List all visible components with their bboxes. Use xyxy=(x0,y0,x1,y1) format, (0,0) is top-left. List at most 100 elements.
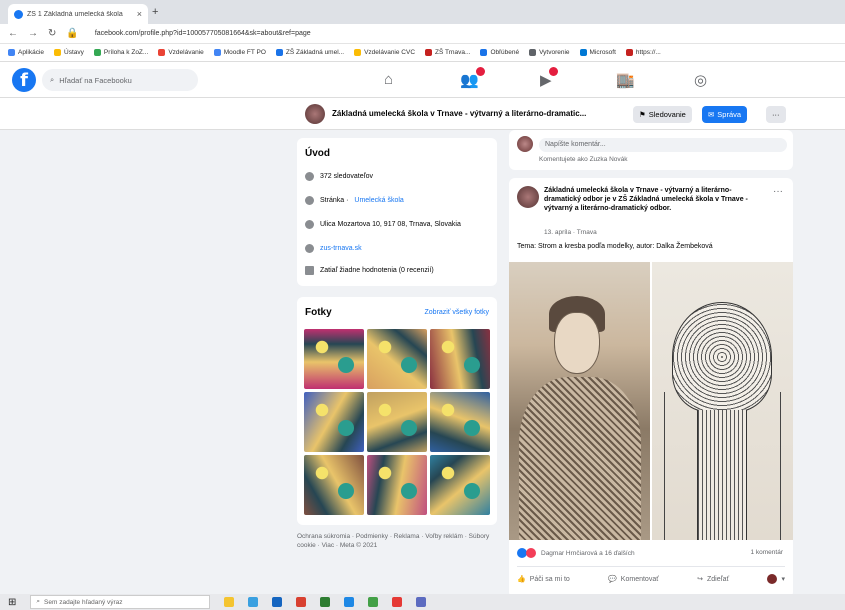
intro-address: Ulica Mozartova 10, 917 08, Trnava, Slov… xyxy=(305,220,461,229)
photo-thumbnail[interactable] xyxy=(430,392,490,452)
see-all-photos-link[interactable]: Zobraziť všetky fotky xyxy=(425,309,489,316)
photos-card: Fotky Zobraziť všetky fotky xyxy=(297,297,497,525)
bookmark-item[interactable]: Moodle FT PO xyxy=(213,49,266,56)
taskbar-app-icon[interactable] xyxy=(344,597,355,607)
post-image-vase[interactable] xyxy=(652,262,793,540)
page-avatar[interactable] xyxy=(305,104,325,124)
bookmark-item[interactable]: Aplikácie xyxy=(8,49,44,56)
bookmark-icon xyxy=(158,49,166,56)
windows-start-icon[interactable]: ⊞ xyxy=(8,597,16,608)
post-reactions[interactable]: Dagmar Hrnčiarová a 16 ďalších xyxy=(517,548,635,558)
photo-thumbnail[interactable] xyxy=(367,392,427,452)
photo-grid xyxy=(304,329,490,515)
taskbar-app-icon[interactable] xyxy=(224,597,235,607)
url-field[interactable]: facebook.com/profile.php?id=100057705081… xyxy=(95,30,311,37)
bookmark-item[interactable]: Príloha k ZoZ... xyxy=(93,49,149,56)
drawing-line xyxy=(664,392,665,540)
bookmark-icon xyxy=(579,49,587,56)
search-icon: ⌕ xyxy=(50,75,55,84)
bookmark-item[interactable]: Obľúbené xyxy=(480,49,519,56)
photo-thumbnail[interactable] xyxy=(367,329,427,389)
follow-label: Sledovanie xyxy=(648,110,686,119)
bookmark-label: Príloha k ZoZ... xyxy=(103,49,149,56)
post-more-icon[interactable]: ··· xyxy=(773,186,783,197)
home-icon[interactable]: ⌂ xyxy=(384,71,393,88)
taskbar-app-icon[interactable] xyxy=(272,597,283,607)
taskbar-app-icon[interactable] xyxy=(296,597,307,607)
photo-thumbnail[interactable] xyxy=(304,455,364,515)
forward-icon[interactable]: → xyxy=(28,28,38,39)
comment-as-note: Komentujete ako Zuzka Novák xyxy=(539,156,628,163)
bookmark-item[interactable]: Vzdelávanie CVC xyxy=(354,49,415,56)
portrait-robe xyxy=(519,377,641,540)
page-footer: Ochrana súkromia · Podmienky · Reklama ·… xyxy=(297,533,490,549)
photo-thumbnail[interactable] xyxy=(304,392,364,452)
reload-icon[interactable]: ↻ xyxy=(48,28,56,39)
taskbar-search-input[interactable]: ⌕ Sem zadajte hľadaný výraz xyxy=(30,595,211,609)
page-header-bar: Základná umelecká škola v Trnave - výtva… xyxy=(0,98,845,130)
post-card: Základná umelecká škola v Trnave - výtva… xyxy=(509,178,793,598)
taskbar-app-icon[interactable] xyxy=(320,597,331,607)
share-button[interactable]: ↪ Zdieľať xyxy=(697,574,729,584)
bookmark-icon xyxy=(54,49,62,56)
comment-button[interactable]: 💬 Komentovať xyxy=(608,574,659,584)
post-date[interactable]: 13. apríla · Trnava xyxy=(544,229,597,236)
photo-thumbnail[interactable] xyxy=(430,455,490,515)
intro-card: Úvod 372 sledovateľov Stránka · Umelecká… xyxy=(297,138,497,286)
bookmark-item[interactable]: https://... xyxy=(625,49,661,56)
browser-tab[interactable]: ZŠ 1 Základná umelecká škola × xyxy=(8,4,148,24)
intro-reviews: Zatiaľ žiadne hodnotenia (0 recenzií) xyxy=(305,266,434,275)
tab-close-icon[interactable]: × xyxy=(137,9,142,19)
facebook-favicon-icon xyxy=(14,9,23,19)
bookmark-item[interactable]: Vzdelávanie xyxy=(158,49,204,56)
lock-icon: 🔒 xyxy=(66,28,79,39)
facebook-search-input[interactable]: ⌕ Hľadať na Facebooku xyxy=(42,69,198,91)
bookmark-item[interactable]: Microsoft xyxy=(579,49,616,56)
bookmark-icon xyxy=(529,49,537,56)
audience-selector[interactable]: ▾ xyxy=(767,574,785,584)
user-avatar xyxy=(517,136,533,152)
bookmark-item[interactable]: Vytvorenie xyxy=(529,49,570,56)
bookmark-item[interactable]: ZŠ Základná umel... xyxy=(275,49,345,56)
taskbar-app-icon[interactable] xyxy=(416,597,427,607)
marketplace-icon[interactable]: 🏬 xyxy=(616,71,635,89)
intro-address-text[interactable]: Ulica Mozartova 10, 917 08, Trnava, Slov… xyxy=(320,221,461,228)
comment-count[interactable]: 1 komentár xyxy=(750,549,783,556)
taskbar-search-placeholder: Sem zadajte hľadaný výraz xyxy=(44,598,123,606)
bookmark-item[interactable]: Ústavy xyxy=(54,49,84,56)
more-options-button[interactable]: ··· xyxy=(766,106,786,123)
comment-input[interactable]: Napíšte komentár... xyxy=(539,138,787,152)
taskbar-app-icon[interactable] xyxy=(368,597,379,607)
page-name[interactable]: Základná umelecká škola v Trnave - výtva… xyxy=(332,109,586,118)
bookmark-item[interactable]: ZŠ Trnava... xyxy=(425,49,470,56)
browser-tab-bar: ZŠ 1 Základná umelecká škola × + xyxy=(0,0,845,24)
post-image-portrait[interactable] xyxy=(509,262,650,540)
like-button[interactable]: 👍 Páči sa mi to xyxy=(517,574,570,584)
intro-category-link[interactable]: Umelecká škola xyxy=(354,197,403,204)
watch-icon[interactable]: ▶ xyxy=(540,67,558,89)
photo-thumbnail[interactable] xyxy=(430,329,490,389)
photo-thumbnail[interactable] xyxy=(367,455,427,515)
post-author-avatar[interactable] xyxy=(517,186,539,208)
friends-icon[interactable]: 👥 xyxy=(460,67,485,89)
intro-website-link[interactable]: zus-trnava.sk xyxy=(320,245,362,252)
intro-title: Úvod xyxy=(305,148,330,159)
follow-button[interactable]: ⚑ Sledovanie xyxy=(633,106,692,123)
taskbar-app-icon[interactable] xyxy=(248,597,259,607)
facebook-logo-icon[interactable]: f xyxy=(12,68,36,92)
drawing-line xyxy=(780,392,781,540)
taskbar-app-icon[interactable] xyxy=(392,597,403,607)
portrait-face xyxy=(554,312,600,374)
back-icon[interactable]: ← xyxy=(8,28,18,39)
post-header-text[interactable]: Základná umelecká škola v Trnave - výtva… xyxy=(544,186,764,213)
message-button[interactable]: ✉ Správa xyxy=(702,106,748,123)
photo-thumbnail[interactable] xyxy=(304,329,364,389)
bookmark-label: ZŠ Základná umel... xyxy=(285,49,345,56)
followers-icon xyxy=(305,172,314,181)
bookmark-icon xyxy=(93,49,101,56)
thumbs-up-icon: 👍 xyxy=(517,576,526,583)
groups-icon[interactable]: ◎ xyxy=(694,71,707,89)
bookmark-label: ZŠ Trnava... xyxy=(435,49,471,56)
new-tab-button[interactable]: + xyxy=(152,6,158,18)
bookmark-label: Aplikácie xyxy=(18,49,45,56)
